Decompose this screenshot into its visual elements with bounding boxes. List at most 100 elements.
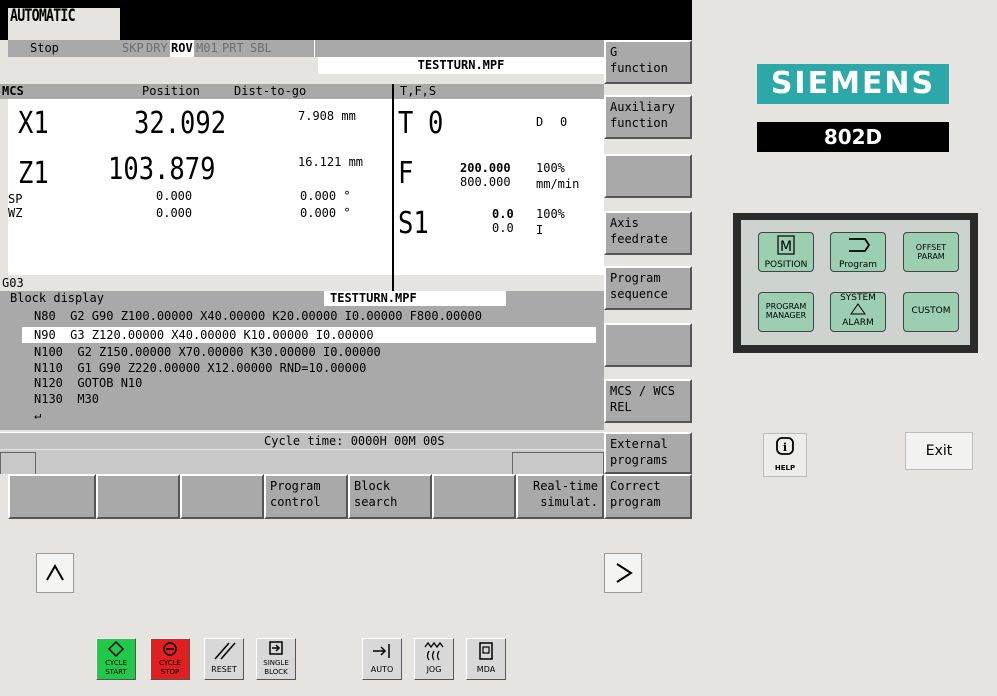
dist-to-go-column-label: Dist-to-go (234, 84, 307, 98)
dry-indicator: DRY (146, 41, 168, 55)
active-gcode: G03 (0, 275, 392, 291)
jog-mode-button[interactable]: JOG (414, 638, 454, 680)
auto-mode-button[interactable]: AUTO (362, 638, 402, 680)
softkey-label: function (610, 61, 668, 75)
button-label: JOG (426, 665, 442, 674)
spindle-setpoint: 0.0 (492, 221, 514, 235)
svg-text:i: i (783, 441, 787, 454)
softkey-label: MCS / WCS (610, 384, 676, 398)
d-value: 0 (560, 115, 568, 129)
button-label: SINGLE BLOCK (263, 659, 289, 676)
offset-param-key[interactable]: OFFSET PARAM (903, 232, 959, 272)
softkey-h3[interactable] (180, 474, 264, 519)
block-search-softkey[interactable]: Block search (348, 474, 432, 519)
skp-indicator: SKP (122, 41, 144, 55)
position-icon: M (777, 235, 795, 255)
tool-number: 0 (428, 106, 444, 141)
cycle-start-button[interactable]: CYCLE START (96, 638, 136, 680)
mda-icon (479, 642, 493, 660)
realtime-simulation-softkey[interactable]: Real-time simulat. (516, 474, 604, 519)
program-icon (849, 238, 871, 252)
recall-button[interactable] (36, 553, 74, 593)
softkey-v3[interactable] (604, 154, 692, 198)
block-line: ↵ (34, 408, 42, 422)
spindle-label: S1 (398, 206, 429, 241)
single-block-button[interactable]: SINGLE BLOCK (256, 638, 296, 680)
g-function-softkey[interactable]: Gfunction (604, 40, 692, 84)
program-sequence-softkey[interactable]: Program sequence (604, 266, 692, 310)
correct-program-softkey[interactable]: Correct program (604, 474, 692, 519)
status-row: Stop SKP DRY ROV M01 PRT SBL (8, 40, 604, 57)
block-display-title: Block display (10, 291, 104, 305)
key-label: PROGRAM MANAGER (765, 302, 807, 320)
program-key[interactable]: Program (830, 232, 886, 272)
axis-dist-z1: 16.121 mm (298, 155, 364, 169)
axis-feedrate-softkey[interactable]: Axis feedrate (604, 211, 692, 255)
axis-name-z1: Z1 (18, 156, 49, 191)
mda-mode-button[interactable]: MDA (466, 638, 506, 680)
info-icon: i (776, 437, 794, 455)
position-column-label: Position (142, 84, 200, 98)
feed-unit: mm/min (536, 177, 580, 191)
message-bar (0, 450, 604, 474)
softkey-v6[interactable] (604, 323, 692, 367)
softkey-h1[interactable] (8, 474, 96, 519)
softkey-label: REL (610, 400, 632, 414)
cycle-stop-button[interactable]: CYCLE STOP (150, 638, 190, 680)
exit-button[interactable]: Exit (905, 432, 973, 470)
softkey-label: Axis (610, 216, 639, 230)
spindle-actual: 0.0 (492, 207, 514, 221)
up-caret-icon (46, 563, 64, 581)
button-label: HELP (774, 464, 796, 472)
block-line: N130 M30 (34, 392, 100, 406)
system-alarm-key[interactable]: SYSTEM ALARM (830, 292, 886, 332)
program-control-softkey[interactable]: Program control (264, 474, 348, 519)
tfs-label: T,F,S (400, 84, 437, 98)
mcs-wcs-rel-softkey[interactable]: MCS / WCS REL (604, 379, 692, 423)
softkey-label: programs (610, 453, 668, 467)
help-button[interactable]: i HELP (763, 433, 807, 477)
softkey-label: Auxiliary (610, 100, 676, 114)
softkey-h2[interactable] (96, 474, 180, 519)
spindle-position-wz: 0.000 (156, 206, 193, 220)
softkey-label: Correct (610, 479, 661, 493)
softkey-label: G (610, 45, 618, 59)
feed-actual: 200.000 (460, 161, 511, 175)
block-line: N80 G2 G90 Z100.00000 X40.00000 K20.0000… (34, 309, 482, 323)
axis-dist-x1: 7.908 mm (298, 109, 356, 123)
program-name: TESTTURN.MPF (318, 57, 604, 74)
custom-key[interactable]: CUSTOM (903, 292, 959, 332)
m01-indicator: M01 (196, 41, 218, 55)
reset-button[interactable]: RESET (204, 638, 244, 680)
button-label: CYCLE START (105, 659, 127, 676)
softkey-label: control (270, 495, 321, 509)
button-label: RESET (211, 665, 237, 674)
key-label: SYSTEM (840, 293, 876, 303)
spindle-dist-sp: 0.000 ° (300, 189, 351, 203)
spindle-direction: I (536, 223, 544, 237)
feed-override: 100% (536, 161, 565, 175)
key-label: CUSTOM (911, 306, 951, 316)
position-key[interactable]: M POSITION (758, 232, 814, 272)
block-line: N110 G1 G90 Z220.00000 X12.00000 RND=10.… (34, 361, 367, 375)
single-block-icon (269, 641, 283, 655)
feed-label: F (398, 156, 414, 191)
tool-label: T (398, 106, 414, 141)
softkey-label: External (610, 437, 668, 451)
position-header: MCS Position Dist-to-go T,F,S (0, 84, 604, 99)
mode-label: AUTOMATIC (10, 6, 76, 26)
etc-button[interactable] (604, 553, 642, 593)
cycle-start-icon (107, 640, 125, 658)
block-line-current: N90 G3 Z120.00000 X40.00000 K10.00000 I0… (34, 328, 374, 342)
external-programs-softkey[interactable]: External programs (604, 432, 692, 474)
channel-state: Stop (30, 41, 59, 55)
program-manager-key[interactable]: PROGRAM MANAGER (758, 292, 814, 332)
softkey-h6[interactable] (432, 474, 516, 519)
block-line: N120 GOTOB N10 (34, 376, 143, 390)
auxiliary-function-softkey[interactable]: Auxiliary function (604, 95, 692, 139)
block-display: N80 G2 G90 Z100.00000 X40.00000 K20.0000… (0, 306, 604, 430)
softkey-label: function (610, 116, 668, 130)
controller-model: 802D (757, 122, 949, 152)
cycle-time-bar: Cycle time: 0000H 00M 00S (0, 432, 604, 449)
softkey-label: Program (270, 479, 321, 493)
